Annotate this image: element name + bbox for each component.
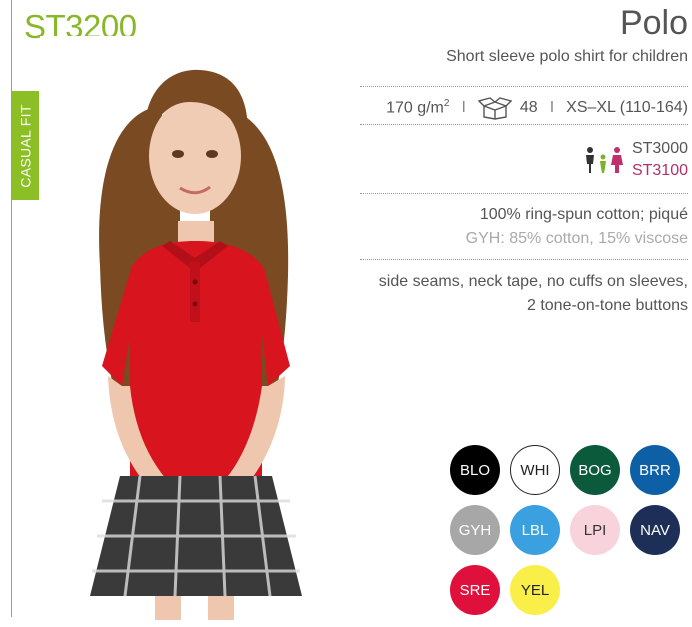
divider	[360, 124, 688, 125]
color-swatch-nav: NAV	[630, 505, 680, 555]
fit-label: CASUAL FIT	[17, 103, 34, 188]
size-range: XS–XL (110-164)	[566, 99, 688, 116]
fit-tab: CASUAL FIT	[12, 91, 39, 200]
color-swatch-yel: YEL	[510, 565, 560, 615]
color-swatch-whi: WHI	[510, 445, 560, 495]
fabric-variant: GYH: 85% cotton, 15% viscose	[465, 230, 688, 247]
divider	[360, 86, 688, 87]
color-swatch-brr: BRR	[630, 445, 680, 495]
product-type: Polo	[619, 4, 688, 42]
product-photo	[40, 36, 342, 620]
related-code: ST3000	[631, 140, 688, 157]
color-swatch-blo: BLO	[450, 445, 500, 495]
fabric-main: 100% ring-spun cotton; piqué	[479, 206, 688, 223]
color-swatch-sre: SRE	[450, 565, 500, 615]
features-line: side seams, neck tape, no cuffs on sleev…	[378, 273, 688, 290]
separator: I	[461, 99, 466, 116]
color-swatch-bog: BOG	[570, 445, 620, 495]
family-icon	[585, 147, 623, 173]
features: side seams, neck tape, no cuffs on sleev…	[379, 270, 688, 318]
carton-box-icon	[477, 97, 512, 120]
color-swatch-lpi: LPI	[570, 505, 620, 555]
related-products: ST3000 ST3100	[582, 138, 688, 182]
related-code: ST3100	[631, 162, 688, 179]
spec-row: 170 g/m2 I 48 I XS–XL (110-164)	[360, 96, 688, 120]
features-line: 2 tone-on-tone buttons	[526, 297, 688, 314]
divider	[360, 259, 688, 260]
carton-qty: 48	[519, 99, 538, 116]
product-description: Short sleeve polo shirt for children	[446, 48, 688, 65]
divider	[360, 193, 688, 194]
weight: 170 g/m2	[386, 98, 450, 117]
separator: I	[549, 99, 555, 116]
color-swatch-gyh: GYH	[450, 505, 500, 555]
color-swatch-lbl: LBL	[510, 505, 560, 555]
